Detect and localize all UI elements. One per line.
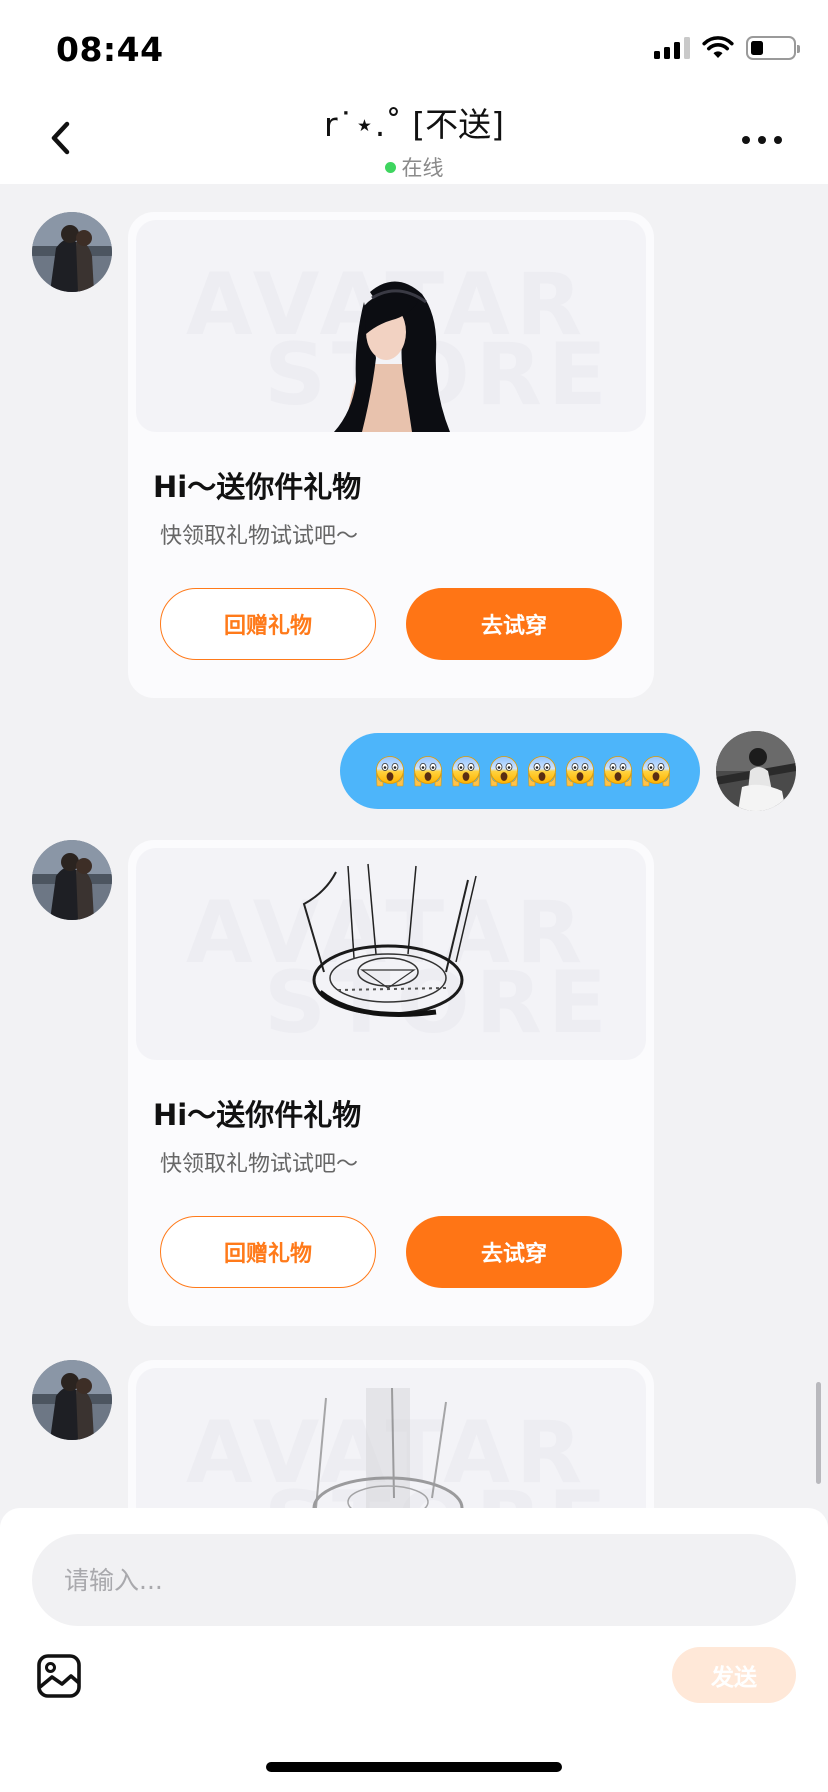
gift-image: AVATAR STORE [136,1368,646,1508]
battery-icon [746,36,800,60]
scream-emoji-icon [566,756,594,787]
input-panel: 发送 [0,1508,828,1792]
scream-emoji-icon [490,756,518,787]
image-icon[interactable] [36,1653,82,1699]
magic-circle-cage-illustration [302,863,477,1017]
status-bar: 08:44 [0,0,828,88]
return-gift-button[interactable]: 回赠礼物 [160,588,376,660]
try-on-button[interactable]: 去试穿 [406,588,622,660]
try-on-button[interactable]: 去试穿 [406,1216,622,1288]
return-gift-button[interactable]: 回赠礼物 [160,1216,376,1288]
gift-card: AVATAR STORE Hi～送你件礼物 快领取礼物试试吧～ 回赠礼物 去试穿 [128,840,654,1326]
online-status: 在线 [0,152,828,182]
gift-card: AVATAR STORE [128,1360,654,1508]
scream-emoji-icon [376,756,404,787]
scream-emoji-icon [452,756,480,787]
scream-emoji-icon [528,756,556,787]
message-input[interactable] [32,1534,796,1626]
wifi-icon [702,36,734,58]
contact-name: r˙⋆.˚ [不送] [324,105,504,144]
gift-card-subtitle: 快领取礼物试试吧～ [160,524,359,549]
magic-circle-cage-illustration [312,1388,464,1508]
chat-header: r˙⋆.˚ [不送] 在线 [0,88,828,184]
my-avatar[interactable] [716,731,796,811]
status-icons [654,34,800,62]
status-time: 08:44 [56,30,164,69]
scream-emoji-icon [414,756,442,787]
gift-card-subtitle: 快领取礼物试试吧～ [160,1152,359,1177]
more-options-button[interactable] [742,134,782,146]
home-indicator [266,1762,562,1772]
scrollbar[interactable] [816,1382,821,1484]
online-dot-icon [384,161,396,173]
scream-emoji-icon [642,756,670,787]
girl-avatar-illustration [334,281,450,432]
signal-icon [654,37,690,59]
gift-card-title: Hi～送你件礼物 [153,470,362,504]
gift-image: AVATAR STORE [136,848,646,1060]
gift-card: AVATAR STORE Hi～送你件礼物 快领取礼物试试吧～ 回赠礼物 去试穿 [128,212,654,698]
more-horizontal-icon [742,136,750,144]
online-status-label: 在线 [401,156,444,180]
gift-card-title: Hi～送你件礼物 [153,1098,362,1132]
my-message-bubble[interactable] [340,733,700,809]
message-list[interactable]: AVATAR STORE Hi～送你件礼物 快领取礼物试试吧～ 回赠礼物 去试穿 [0,184,828,1508]
scream-emoji-icon [604,756,632,787]
contact-avatar[interactable] [32,1360,112,1440]
gift-image: AVATAR STORE [136,220,646,432]
contact-avatar[interactable] [32,212,112,292]
send-button[interactable]: 发送 [672,1647,796,1703]
contact-avatar[interactable] [32,840,112,920]
